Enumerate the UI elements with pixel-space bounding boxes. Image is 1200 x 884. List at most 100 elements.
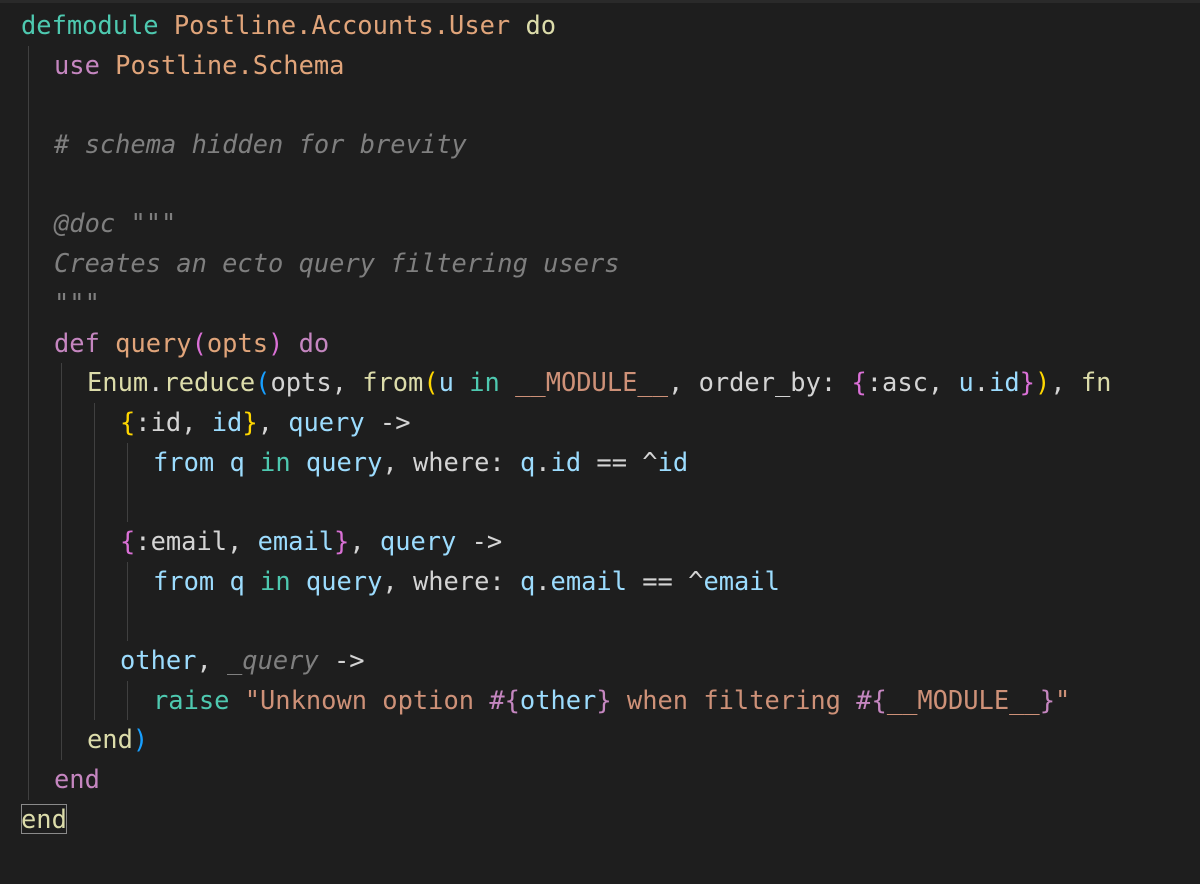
- code-line[interactable]: end: [21, 760, 1200, 800]
- code-line[interactable]: Creates an ecto query filtering users: [21, 244, 1200, 284]
- indent-guide: [28, 720, 29, 761]
- code-token: ->: [364, 406, 411, 437]
- code-line[interactable]: from q in query, where: q.email == ^emai…: [21, 561, 1200, 602]
- code-token: "Unknown option: [244, 684, 490, 715]
- code-token: .: [535, 565, 551, 596]
- code-token: opts: [270, 367, 332, 398]
- code-token: ==: [581, 446, 643, 477]
- indent-guide: [28, 402, 29, 443]
- code-token: where:: [412, 446, 505, 477]
- code-token: Enum: [87, 367, 149, 398]
- code-token: q: [229, 446, 245, 477]
- code-token: order_by:: [698, 367, 837, 398]
- code-token: email: [550, 565, 627, 596]
- code-line[interactable]: [21, 601, 1200, 641]
- code-line[interactable]: other, _query ->: [21, 641, 1200, 681]
- code-line[interactable]: # schema hidden for brevity: [21, 125, 1200, 165]
- code-token: :email: [135, 525, 228, 556]
- code-token: query: [379, 525, 457, 556]
- code-token: do: [525, 10, 557, 40]
- indent-guide: [61, 601, 62, 641]
- indent-guide: [127, 561, 128, 602]
- code-token: end: [87, 724, 133, 755]
- code-line-content: raise "Unknown option #{other} when filt…: [153, 681, 1070, 721]
- code-token: .: [973, 367, 990, 398]
- code-line[interactable]: raise "Unknown option #{other} when filt…: [21, 680, 1200, 721]
- indent-guide: [127, 680, 128, 721]
- code-token: id: [989, 367, 1020, 398]
- code-line-content: end: [21, 800, 67, 840]
- code-token: query: [305, 565, 383, 596]
- code-token: end: [54, 764, 100, 795]
- indent-guide: [127, 442, 128, 483]
- code-line-content: """: [54, 284, 100, 324]
- code-token: Creates an ecto query filtering users: [54, 248, 620, 279]
- code-line[interactable]: def query(opts) do: [21, 323, 1200, 364]
- indent-guide: [28, 680, 29, 721]
- code-editor[interactable]: defmodule Postline.Accounts.User do use P…: [0, 0, 1200, 884]
- indent-guide: [28, 85, 29, 126]
- code-line[interactable]: Enum.reduce(opts, from(u in __MODULE__, …: [21, 363, 1200, 403]
- code-line[interactable]: from q in query, where: q.id == ^id: [21, 442, 1200, 483]
- code-line[interactable]: @doc """: [21, 204, 1200, 245]
- code-line[interactable]: defmodule Postline.Accounts.User do: [21, 6, 1200, 46]
- indent-guide: [28, 323, 29, 364]
- code-token: defmodule: [21, 10, 159, 40]
- code-line[interactable]: [21, 85, 1200, 126]
- code-token: #{: [489, 684, 520, 715]
- code-line-content: {:email, email}, query ->: [120, 522, 502, 562]
- code-line[interactable]: end: [21, 800, 1200, 840]
- code-line-content: from q in query, where: q.email == ^emai…: [153, 562, 780, 602]
- code-line-content: use Postline.Schema: [54, 46, 344, 86]
- indent-guide: [127, 601, 128, 641]
- code-token: _query: [227, 645, 319, 675]
- code-token: }: [334, 525, 350, 556]
- indent-guide: [61, 482, 62, 522]
- code-token: """: [115, 208, 177, 239]
- code-token: (: [255, 367, 271, 398]
- code-token: ,: [349, 525, 380, 556]
- code-token: where:: [412, 565, 505, 596]
- code-token: email: [257, 525, 335, 556]
- code-line[interactable]: """: [21, 283, 1200, 324]
- code-area[interactable]: defmodule Postline.Accounts.User do use P…: [21, 6, 1200, 839]
- code-line-content: other, _query ->: [120, 641, 365, 681]
- code-token: ,: [196, 645, 228, 675]
- code-line[interactable]: end): [21, 720, 1200, 761]
- code-token: id: [550, 446, 582, 477]
- code-token: # schema hidden for brevity: [54, 129, 467, 160]
- code-token: query: [305, 446, 383, 477]
- indent-guide: [61, 521, 62, 562]
- code-token: in: [260, 565, 291, 596]
- code-token: {: [851, 367, 867, 398]
- code-token: ==: [626, 565, 689, 596]
- code-line[interactable]: [21, 482, 1200, 522]
- code-line[interactable]: {:email, email}, query ->: [21, 521, 1200, 562]
- code-token: from: [153, 565, 215, 596]
- code-line[interactable]: use Postline.Schema: [21, 45, 1200, 86]
- indent-guide: [61, 720, 62, 761]
- code-token: .: [148, 367, 164, 398]
- code-token: {: [120, 525, 136, 556]
- code-line-content: Creates an ecto query filtering users: [54, 244, 620, 284]
- indent-guide: [28, 164, 29, 205]
- indent-guide: [94, 442, 95, 483]
- code-token: }: [242, 406, 258, 437]
- code-line-content: end): [87, 720, 148, 760]
- indent-guide: [28, 482, 29, 522]
- indent-guide: [61, 561, 62, 602]
- code-token: __MODULE__: [886, 684, 1040, 715]
- indent-guide: [61, 442, 62, 483]
- code-line[interactable]: [21, 164, 1200, 205]
- indent-guide: [28, 521, 29, 562]
- editor-top-border: [0, 0, 1200, 3]
- code-line[interactable]: {:id, id}, query ->: [21, 402, 1200, 443]
- code-token: do: [298, 327, 330, 358]
